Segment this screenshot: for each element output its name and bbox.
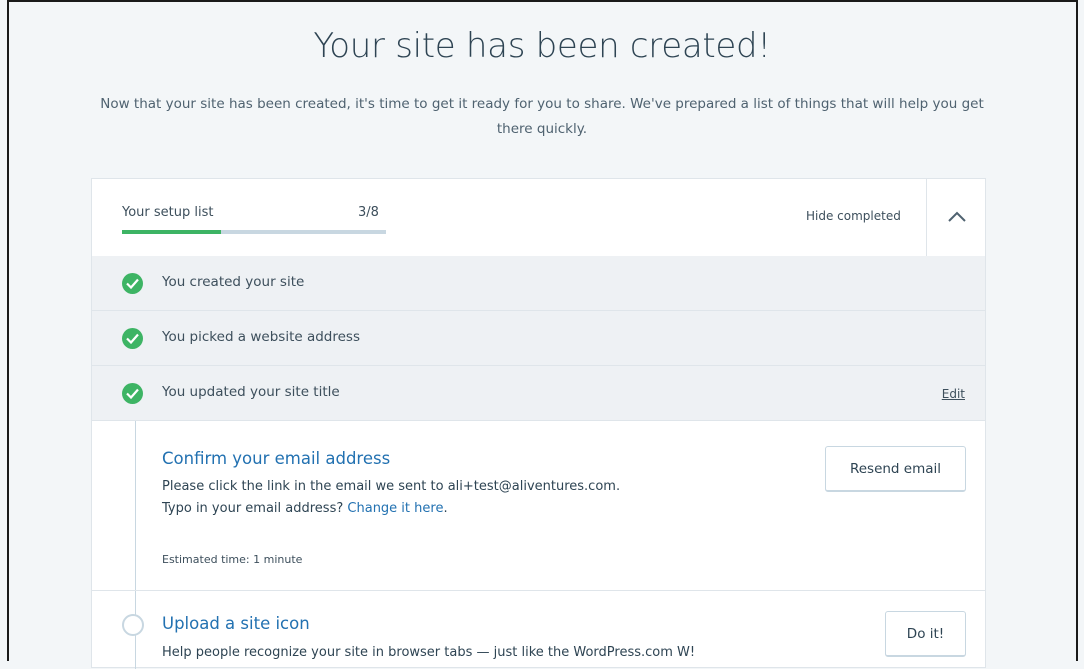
estimated-time: Estimated time: 1 minute (162, 553, 303, 566)
setup-progress-bar (122, 230, 386, 234)
completed-task-row: You created your site (92, 256, 985, 311)
checkmark-icon (122, 273, 143, 294)
collapse-list-button[interactable] (926, 179, 986, 256)
setup-progress-fill (122, 230, 221, 234)
change-email-link[interactable]: Change it here (347, 501, 443, 516)
page-subtitle: Now that your site has been created, it'… (100, 96, 984, 137)
completed-task-row: You picked a website address (92, 311, 985, 366)
checkmark-icon (122, 328, 143, 349)
confirm-email-description-line: Please click the link in the email we se… (162, 479, 621, 494)
window-frame-left (7, 0, 9, 661)
chevron-up-icon (948, 211, 966, 222)
checkmark-icon (122, 383, 143, 404)
typo-question: Typo in your email address? (162, 501, 344, 516)
completed-task-label: You picked a website address (162, 329, 360, 345)
page-title: Your site has been created! (313, 26, 771, 66)
confirm-email-task-title[interactable]: Confirm your email address (162, 449, 390, 468)
window-frame-top (7, 0, 1078, 2)
setup-list-label: Your setup list (122, 205, 214, 220)
setup-list-header: Your setup list 3/8 Hide completed (92, 179, 985, 257)
incomplete-circle-icon (122, 614, 144, 636)
completed-task-label: You updated your site title (162, 384, 340, 400)
confirm-email-task-description: Please click the link in the email we se… (162, 476, 620, 520)
window-frame-right (1076, 0, 1078, 661)
hide-completed-button[interactable]: Hide completed (806, 209, 901, 223)
completed-task-label: You created your site (162, 274, 305, 290)
typo-line-period: . (443, 501, 448, 516)
setup-list-count: 3/8 (358, 205, 379, 220)
confirm-email-typo-line: Typo in your email address? Change it he… (162, 498, 620, 520)
task-divider (92, 590, 985, 591)
resend-email-button[interactable]: Resend email (825, 446, 966, 492)
completed-task-row: You updated your site title Edit (92, 366, 985, 421)
upload-site-icon-task-title[interactable]: Upload a site icon (162, 614, 310, 633)
edit-site-title-link[interactable]: Edit (942, 387, 965, 401)
setup-list-card: Your setup list 3/8 Hide completed You c… (91, 178, 986, 669)
do-it-button[interactable]: Do it! (885, 611, 966, 657)
